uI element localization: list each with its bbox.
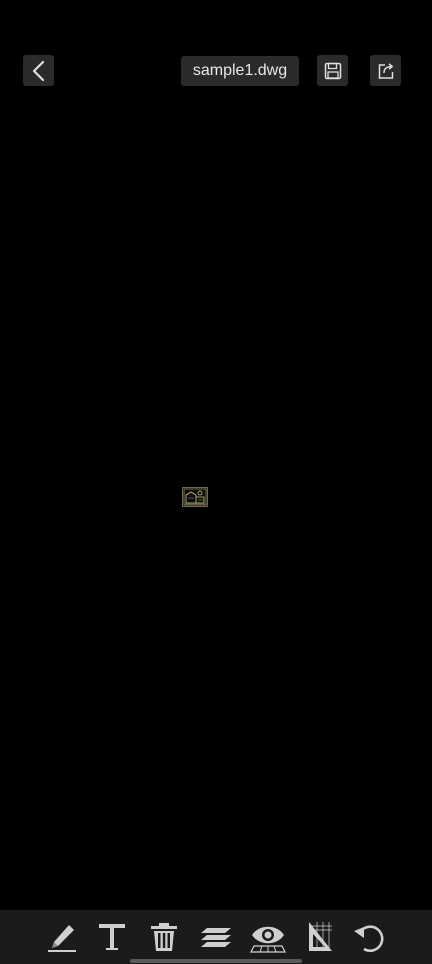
- markup-tool-button[interactable]: [43, 918, 81, 956]
- chevron-left-icon: [32, 60, 44, 81]
- share-export-icon: [378, 62, 393, 79]
- drawing-canvas[interactable]: [0, 110, 432, 910]
- drawing-preview: [182, 487, 208, 507]
- undo-tool-button[interactable]: [351, 918, 389, 956]
- text-tool-button[interactable]: [93, 918, 131, 956]
- ruler-triangle-icon: [309, 922, 332, 951]
- trash-icon: [151, 923, 177, 951]
- bottom-toolbar: [0, 910, 432, 964]
- eye-icon: [250, 926, 286, 953]
- top-bar: sample1.dwg: [0, 0, 432, 110]
- view-tool-button[interactable]: [249, 918, 287, 956]
- floppy-disk-icon: [324, 62, 341, 79]
- save-button[interactable]: [317, 55, 348, 86]
- layers-icon: [201, 928, 231, 947]
- back-button[interactable]: [23, 55, 54, 86]
- delete-tool-button[interactable]: [145, 918, 183, 956]
- home-indicator: [130, 959, 302, 963]
- pen-icon: [48, 925, 76, 952]
- file-name-label[interactable]: sample1.dwg: [181, 56, 299, 86]
- undo-icon: [354, 925, 384, 952]
- text-icon: [99, 924, 125, 950]
- measure-tool-button[interactable]: [301, 918, 339, 956]
- layers-tool-button[interactable]: [197, 918, 235, 956]
- share-button[interactable]: [370, 55, 401, 86]
